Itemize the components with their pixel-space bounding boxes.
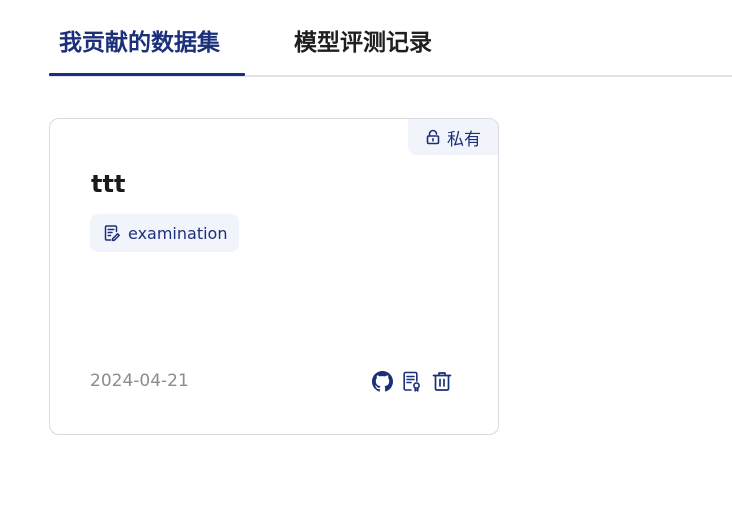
badge-label: 私有 (447, 129, 481, 150)
lock-icon (425, 129, 441, 145)
github-icon[interactable] (371, 370, 393, 392)
category-tag: examination (90, 214, 240, 252)
dataset-title[interactable]: ttt (91, 169, 125, 199)
tab-bar: 我贡献的数据集 模型评测记录 (49, 0, 732, 77)
tag-label: examination (128, 223, 228, 243)
trash-icon[interactable] (431, 370, 453, 392)
document-icon[interactable] (401, 370, 423, 392)
active-tab-indicator (49, 73, 245, 76)
private-badge: 私有 (408, 119, 498, 155)
dataset-card[interactable]: 私有 ttt examination 2024-04-21 (49, 118, 499, 435)
card-actions (371, 369, 453, 393)
tab-model-evaluations[interactable]: 模型评测记录 (294, 26, 432, 60)
tab-my-datasets[interactable]: 我贡献的数据集 (59, 26, 220, 60)
created-date: 2024-04-21 (90, 371, 189, 391)
edit-document-icon (103, 224, 121, 242)
